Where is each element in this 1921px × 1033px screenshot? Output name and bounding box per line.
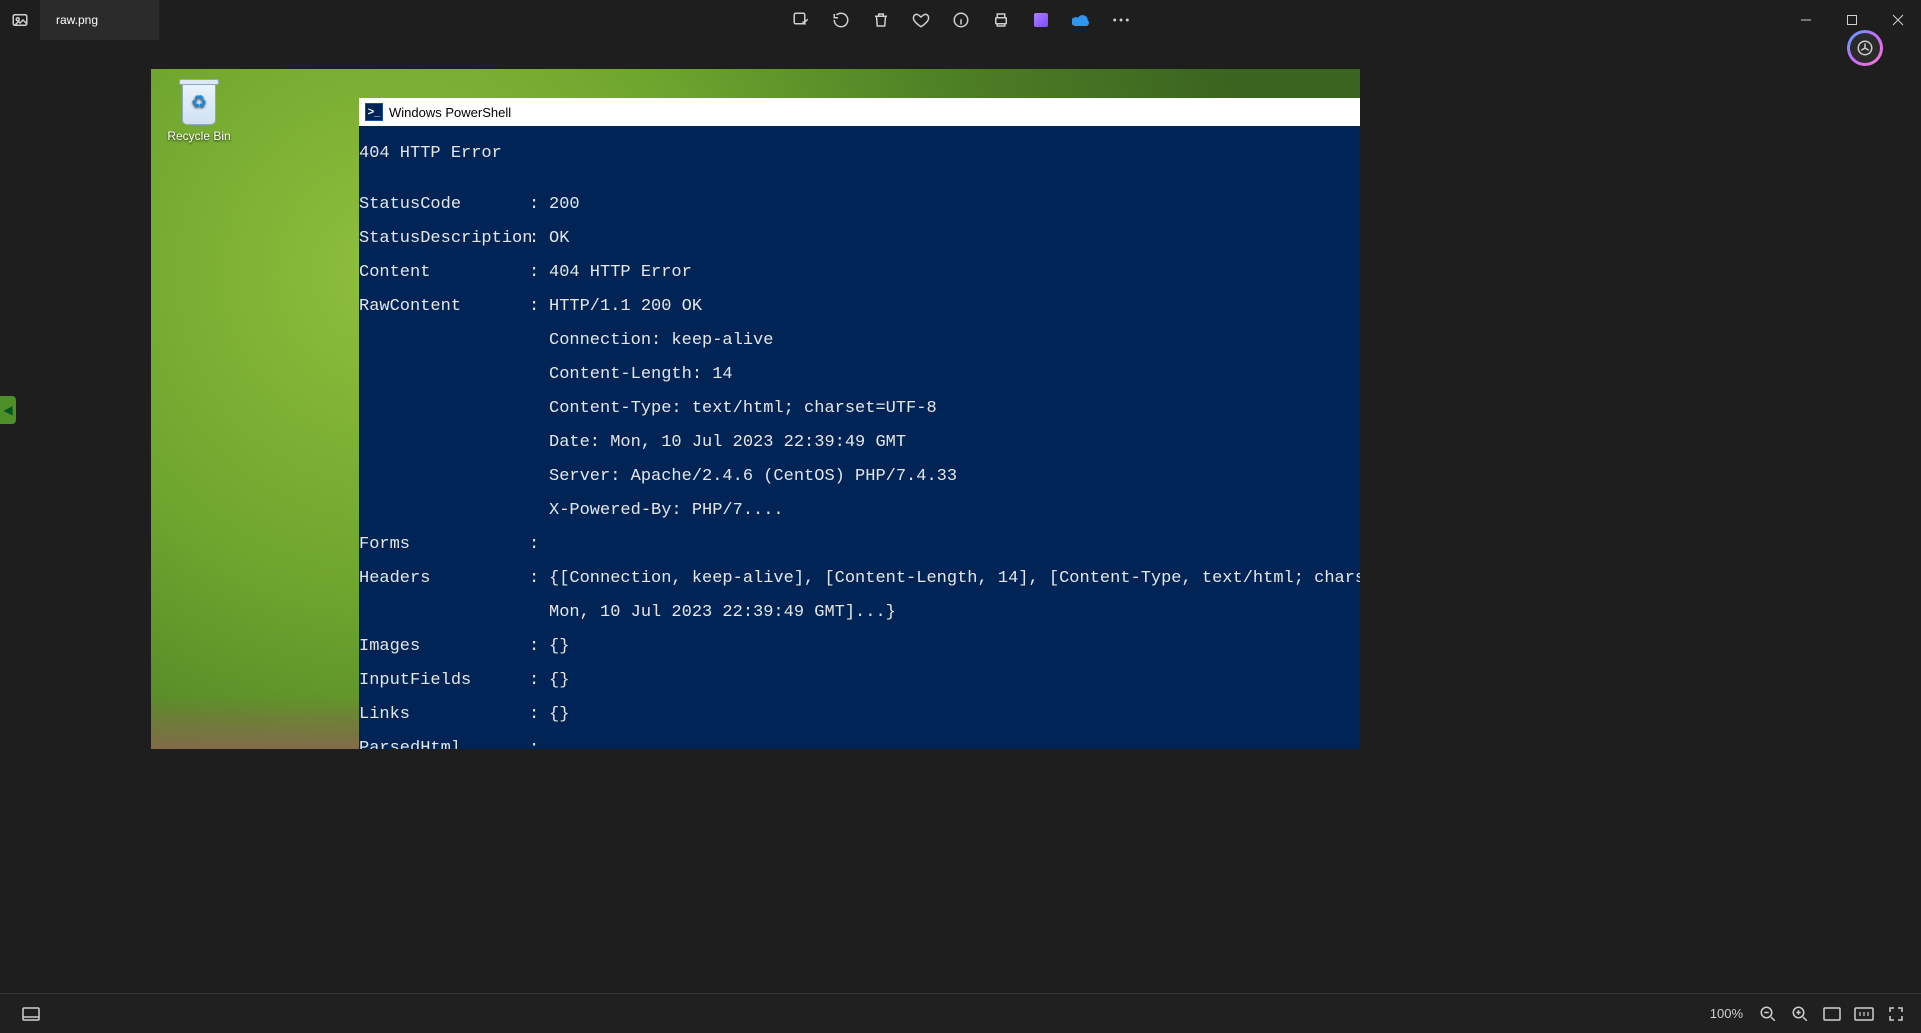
actual-size-icon[interactable] (1851, 1001, 1877, 1027)
filmstrip-toggle-icon[interactable] (18, 1001, 44, 1027)
powershell-output: 404 HTTP Error StatusCode: 200 StatusDes… (359, 126, 1360, 749)
fullscreen-icon[interactable] (1883, 1001, 1909, 1027)
ps-key: Links (359, 706, 529, 723)
zoom-level: 100% (1710, 1006, 1743, 1021)
ps-val: {} (549, 706, 1360, 723)
ps-val: Mon, 10 Jul 2023 22:39:49 GMT]...} (549, 604, 1360, 621)
ps-val: {[Connection, keep-alive], [Content-Leng… (549, 570, 1360, 587)
ps-val: OK (549, 230, 1360, 247)
recycle-bin-label: Recycle Bin (159, 129, 239, 143)
recycle-bin-desktop-icon: ♻ Recycle Bin (159, 79, 239, 143)
rotate-icon[interactable] (832, 11, 850, 29)
close-button[interactable] (1875, 0, 1921, 40)
ps-key: Headers (359, 570, 529, 587)
recycle-bin-icon: ♻ (176, 79, 222, 125)
title-bar: raw.png (0, 0, 1921, 40)
powershell-window: >_ Windows PowerShell 404 HTTP Error Sta… (359, 98, 1360, 749)
favorite-icon[interactable] (912, 11, 930, 29)
ps-val: HTTP/1.1 200 OK (549, 298, 1360, 315)
ps-key: StatusDescription (359, 230, 529, 247)
status-bar: 100% (0, 993, 1921, 1033)
powershell-icon: >_ (365, 103, 383, 121)
image-viewport: ♻ Recycle Bin >_ Windows PowerShell 404 … (151, 69, 1360, 749)
edit-image-icon[interactable] (792, 11, 810, 29)
ps-val: Date: Mon, 10 Jul 2023 22:39:49 GMT (549, 434, 1360, 451)
toolbar (792, 0, 1130, 40)
ps-key: StatusCode (359, 196, 529, 213)
powershell-title-text: Windows PowerShell (389, 105, 511, 120)
account-avatar[interactable] (1847, 30, 1883, 66)
ps-val: X-Powered-By: PHP/7.... (549, 502, 1360, 519)
ps-val: {} (549, 638, 1360, 655)
ps-val (549, 536, 1360, 553)
ps-key: ParsedHtml (359, 740, 529, 749)
ps-val: 404 HTTP Error (549, 264, 1360, 281)
filmstrip-expand-handle[interactable]: ◀ (0, 396, 16, 424)
fit-to-window-icon[interactable] (1819, 1001, 1845, 1027)
avatar-icon (1850, 33, 1880, 63)
ps-val: Server: Apache/2.4.6 (CentOS) PHP/7.4.33 (549, 468, 1360, 485)
zoom-out-icon[interactable] (1755, 1001, 1781, 1027)
ps-key: RawContent (359, 298, 529, 315)
ps-val: {} (549, 672, 1360, 689)
zoom-in-icon[interactable] (1787, 1001, 1813, 1027)
ps-key: InputFields (359, 672, 529, 689)
ps-val: 200 (549, 196, 1360, 213)
ps-val: Connection: keep-alive (549, 332, 1360, 349)
ps-val (549, 740, 1360, 749)
clipchamp-icon[interactable] (1032, 11, 1050, 29)
delete-icon[interactable] (872, 11, 890, 29)
ps-val: Content-Type: text/html; charset=UTF-8 (549, 400, 1360, 417)
info-icon[interactable] (952, 11, 970, 29)
more-icon[interactable] (1112, 11, 1130, 29)
ps-val: Content-Length: 14 (549, 366, 1360, 383)
ps-key: Images (359, 638, 529, 655)
ps-key: Content (359, 264, 529, 281)
app-icon[interactable] (0, 0, 40, 40)
tab-title: raw.png (56, 13, 98, 27)
print-icon[interactable] (992, 11, 1010, 29)
onedrive-icon[interactable] (1072, 11, 1090, 29)
file-tab[interactable]: raw.png (40, 0, 160, 40)
powershell-title-bar: >_ Windows PowerShell (359, 98, 1360, 126)
ps-line: 404 HTTP Error (359, 144, 502, 163)
minimize-button[interactable] (1783, 0, 1829, 40)
ps-key: Forms (359, 536, 529, 553)
